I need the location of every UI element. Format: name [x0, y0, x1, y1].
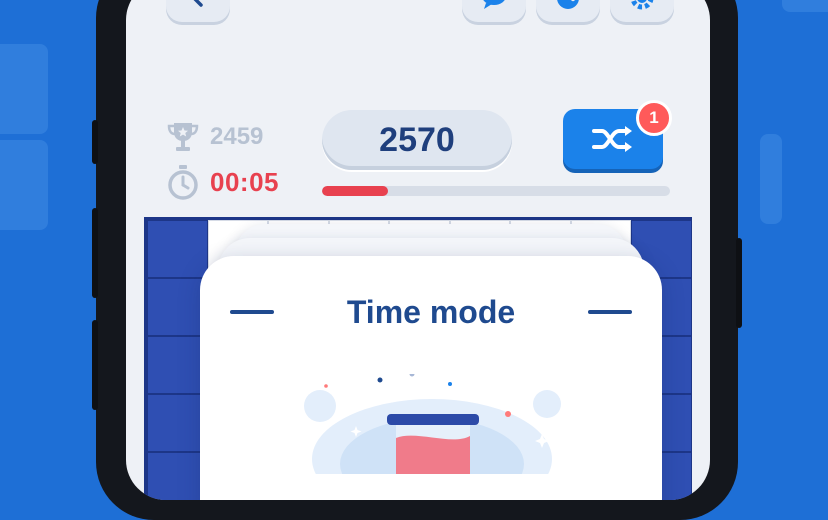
trophy-icon	[167, 123, 199, 151]
palette-button[interactable]	[536, 0, 600, 22]
chat-icon	[483, 0, 505, 9]
background-tile	[782, 0, 828, 12]
background-tile	[0, 44, 48, 134]
settings-button[interactable]	[610, 0, 674, 22]
chat-button[interactable]	[462, 0, 526, 22]
title-dash-right	[588, 310, 632, 314]
gear-icon	[630, 0, 654, 10]
phone-side-button	[92, 320, 98, 410]
stopwatch-icon	[168, 165, 198, 200]
chevron-left-icon	[193, 0, 203, 7]
board-cell[interactable]	[147, 336, 208, 394]
phone-side-button	[736, 238, 742, 328]
shuffle-icon	[592, 126, 632, 152]
board-cell[interactable]	[147, 394, 208, 452]
board-cell[interactable]	[147, 278, 208, 336]
phone-side-button	[92, 208, 98, 298]
best-score: 2459	[166, 120, 263, 154]
shuffle-count-badge: 1	[636, 100, 672, 136]
palette-icon	[557, 0, 579, 9]
score-display: 2570	[322, 110, 512, 170]
board-cell[interactable]	[147, 220, 208, 278]
timer-value: 00:05	[210, 166, 279, 197]
timer: 00:05	[166, 164, 279, 200]
best-score-value: 2459	[210, 123, 264, 150]
back-button[interactable]	[166, 0, 230, 22]
background-tile	[0, 140, 48, 230]
background-tile	[760, 134, 782, 224]
game-screen: 2459 00:05 2570 1 Time mode	[126, 0, 710, 500]
phone-side-button	[92, 120, 98, 164]
current-score-value: 2570	[379, 120, 455, 159]
time-mode-dialog: Time mode	[200, 256, 662, 500]
hourglass-illustration	[304, 374, 561, 474]
timer-progress-bar	[322, 186, 670, 196]
board-cell[interactable]	[147, 452, 208, 500]
timer-progress-fill	[322, 186, 389, 196]
